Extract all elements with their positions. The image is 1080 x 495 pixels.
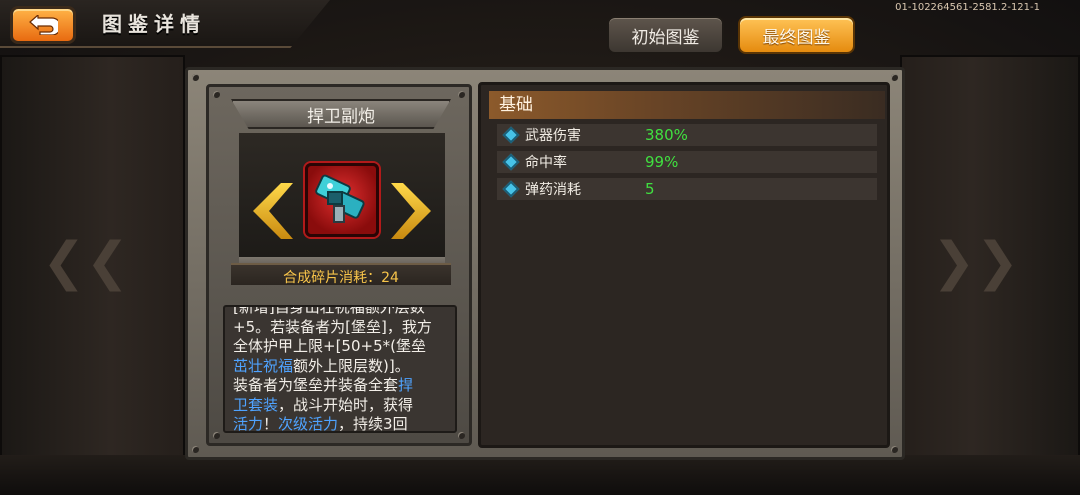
main-frame: 捍卫副炮 合成碎片消耗：24 [新增]自身出壮祝福额外层数 +5。若装备者为[堡… bbox=[185, 67, 905, 460]
chevron-right-icon bbox=[391, 183, 431, 239]
back-arrow-icon bbox=[29, 15, 58, 35]
stat-value: 5 bbox=[645, 180, 655, 198]
background-floor bbox=[0, 455, 1080, 495]
stat-label: 弹药消耗 bbox=[525, 182, 581, 198]
rivet bbox=[192, 74, 199, 81]
stat-label: 命中率 bbox=[525, 155, 567, 171]
description-line: 卫套装，战斗开始时，获得 bbox=[233, 396, 447, 416]
description-text: ，战斗开始时，获得 bbox=[278, 395, 414, 414]
rivet bbox=[213, 432, 220, 439]
cannon-icon[interactable] bbox=[305, 163, 379, 237]
keyword-link[interactable]: 卫套装 bbox=[233, 396, 278, 414]
rivet bbox=[458, 91, 465, 98]
shard-cost-label: 合成碎片消耗：24 bbox=[231, 263, 451, 286]
rivet bbox=[891, 446, 898, 453]
background-chevron-right-icon: ❯❯ bbox=[932, 232, 1020, 292]
description-line: [新增]自身出壮祝福额外层数 bbox=[233, 305, 425, 316]
diamond-icon bbox=[502, 126, 520, 144]
cannon-graphic bbox=[315, 174, 365, 223]
description-line: 活力！次级活力，持续3回 bbox=[233, 415, 447, 433]
stat-row-hit-rate: 命中率 99% bbox=[497, 151, 877, 173]
background-right-door: ❯❯ bbox=[900, 55, 1080, 495]
tab-final-codex[interactable]: 最终图鉴 bbox=[738, 16, 855, 54]
description-line: +5。若装备者为[堡垒]，我方 bbox=[233, 317, 432, 336]
description-line: 装备者为堡垒并装备全套捍 bbox=[233, 376, 447, 396]
stat-value: 380% bbox=[645, 126, 688, 144]
back-button[interactable] bbox=[10, 6, 76, 44]
item-card: 捍卫副炮 合成碎片消耗：24 [新增]自身出壮祝福额外层数 +5。若装备者为[堡… bbox=[206, 84, 472, 446]
page-title: 图鉴详情 bbox=[102, 12, 206, 36]
description-text: ！ bbox=[263, 415, 279, 433]
keyword-link[interactable]: 茁壮祝福 bbox=[233, 357, 293, 375]
background-left-door: ❮❮ bbox=[0, 55, 185, 495]
item-icon-stage bbox=[239, 133, 445, 273]
description-line: 茁壮祝福额外上限层数)]。 bbox=[233, 357, 447, 377]
rivet bbox=[458, 432, 465, 439]
version-label: 01-102264561-2581.2-121-1 bbox=[895, 2, 1040, 13]
stat-row-weapon-damage: 武器伤害 380% bbox=[497, 124, 877, 146]
item-description: [新增]自身出壮祝福额外层数 +5。若装备者为[堡垒]，我方 全体护甲上限+[5… bbox=[233, 305, 447, 433]
item-name: 捍卫副炮 bbox=[231, 99, 451, 129]
rivet bbox=[213, 91, 220, 98]
keyword-link[interactable]: 活力 bbox=[233, 415, 263, 431]
stats-panel: 基础 武器伤害 380% 命中率 99% 弹药消耗 5 bbox=[478, 82, 890, 448]
item-description-box[interactable]: [新增]自身出壮祝福额外层数 +5。若装备者为[堡垒]，我方 全体护甲上限+[5… bbox=[223, 305, 457, 433]
stat-label: 武器伤害 bbox=[525, 128, 581, 144]
description-text: ，持续3回 bbox=[338, 415, 408, 433]
diamond-icon bbox=[502, 153, 520, 171]
stat-row-ammo-cost: 弹药消耗 5 bbox=[497, 178, 877, 200]
description-line: 全体护甲上限+[50+5*(堡垒 bbox=[233, 337, 426, 355]
keyword-link[interactable]: 次级活力 bbox=[278, 415, 338, 431]
section-header-basic: 基础 bbox=[489, 91, 885, 119]
keyword-link[interactable]: 捍 bbox=[398, 376, 413, 394]
stat-value: 99% bbox=[645, 153, 679, 171]
chevron-left-icon bbox=[253, 183, 293, 239]
background-chevron-left-icon: ❮❮ bbox=[42, 232, 130, 292]
tab-initial-codex[interactable]: 初始图鉴 bbox=[607, 16, 724, 54]
description-text: 装备者为堡垒并装备全套 bbox=[233, 376, 399, 394]
diamond-icon bbox=[502, 180, 520, 198]
rivet bbox=[192, 446, 199, 453]
rivet bbox=[891, 74, 898, 81]
description-text: 额外上限层数)]。 bbox=[293, 356, 410, 375]
